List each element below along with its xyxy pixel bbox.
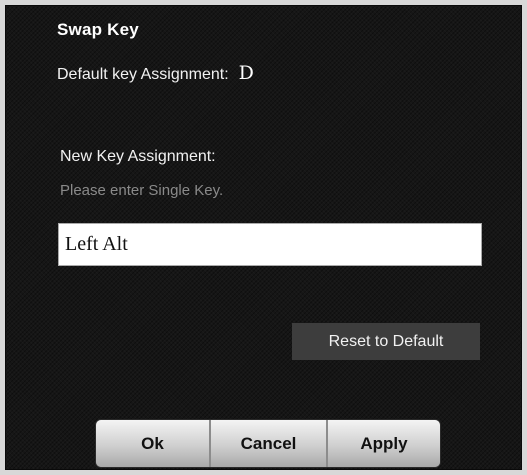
default-assignment-label: Default key Assignment:	[57, 66, 229, 83]
apply-button[interactable]: Apply	[328, 420, 440, 467]
dialog-title: Swap Key	[57, 20, 139, 39]
default-assignment-row: Default key Assignment: D	[57, 62, 254, 84]
cancel-button[interactable]: Cancel	[211, 420, 326, 467]
reset-to-default-button[interactable]: Reset to Default	[292, 323, 480, 360]
new-key-input[interactable]	[58, 223, 482, 266]
default-key-value: D	[238, 62, 254, 84]
dialog-frame: Swap Key Default key Assignment: D New Ke…	[0, 0, 527, 475]
single-key-hint: Please enter Single Key.	[60, 182, 224, 199]
new-assignment-label: New Key Assignment:	[60, 148, 216, 165]
ok-button[interactable]: Ok	[96, 420, 209, 467]
dialog-button-bar: Ok Cancel Apply	[96, 420, 440, 467]
